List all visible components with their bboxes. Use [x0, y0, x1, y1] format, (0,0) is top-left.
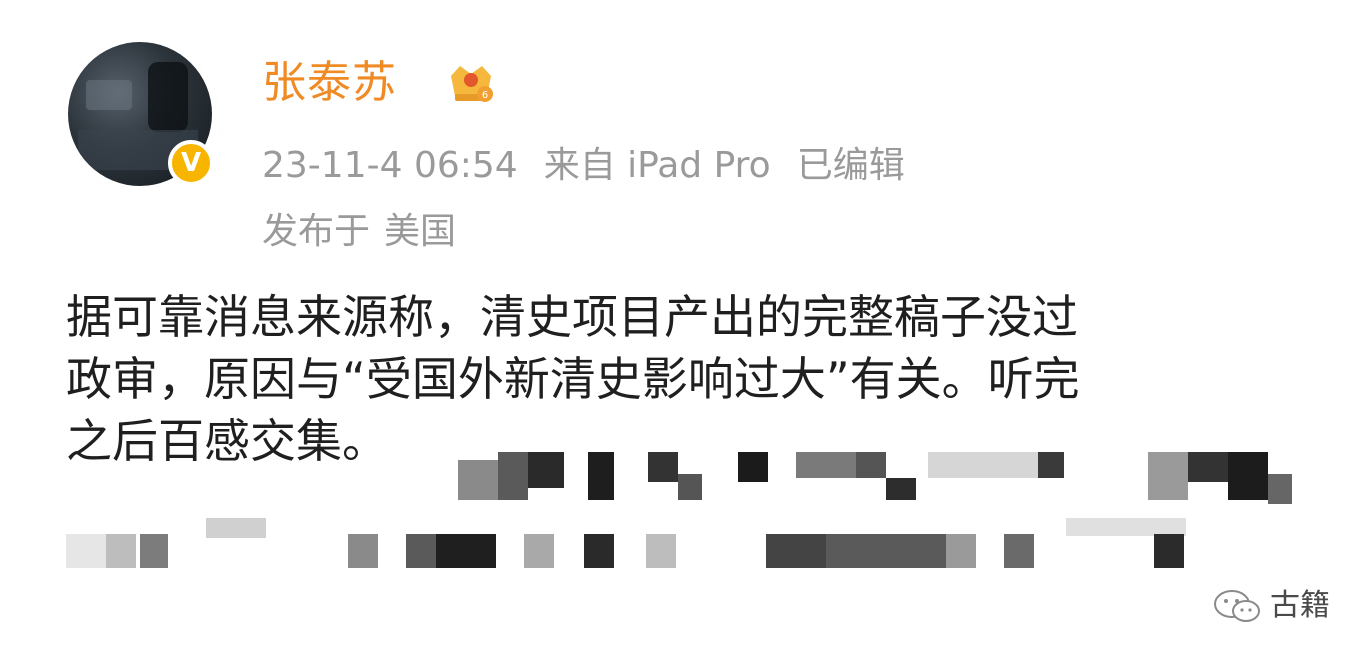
wechat-icon — [1214, 589, 1260, 622]
watermark: 古籍 — [1212, 580, 1330, 625]
post-source: 来自 iPad Pro — [543, 145, 771, 186]
watermark-text: 古籍 — [1270, 588, 1330, 623]
mosaic-redaction — [66, 518, 1226, 588]
location-value: 美国 — [384, 211, 457, 252]
post-text: 据可靠消息来源称，清史项目产出的完整稿子没过 政审，原因与“受国外新清史影响过大… — [66, 286, 1316, 472]
edited-label[interactable]: 已编辑 — [797, 145, 905, 186]
post-location: 发布于 美国 — [262, 202, 470, 254]
post-line: 据可靠消息来源称，清史项目产出的完整稿子没过 — [66, 290, 1078, 344]
svg-text:6: 6 — [482, 90, 488, 101]
verified-v-icon: V — [168, 140, 214, 186]
location-prefix: 发布于 — [262, 211, 371, 252]
post-meta: 23-11-4 06:54 来自 iPad Pro 已编辑 — [262, 136, 931, 188]
post-line: 政审，原因与“受国外新清史影响过大”有关。听完 — [66, 352, 1080, 406]
post-timestamp[interactable]: 23-11-4 06:54 — [262, 145, 518, 186]
username-link[interactable]: 张泰苏 — [262, 46, 397, 110]
crown-icon: 6 — [451, 66, 493, 102]
